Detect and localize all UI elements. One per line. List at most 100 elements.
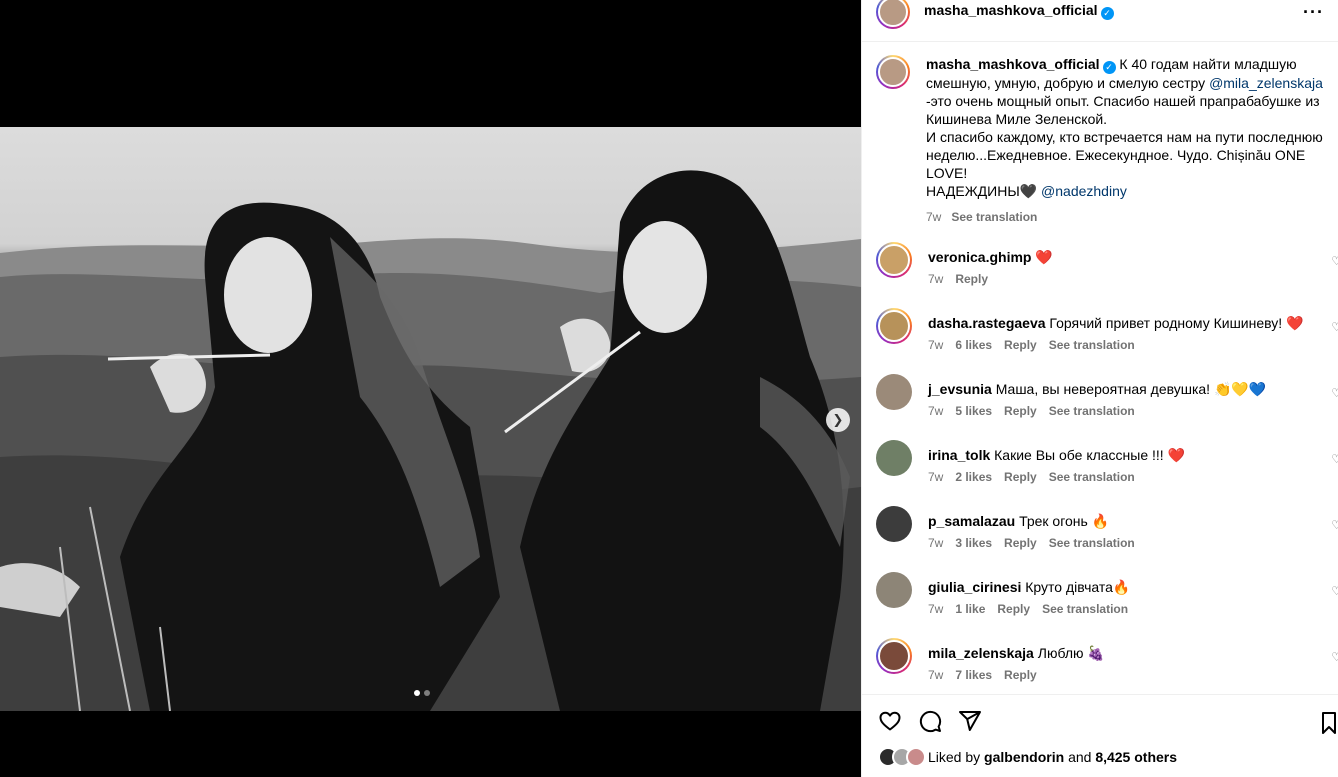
like-heart-icon[interactable] [878,709,902,733]
post-media: ❯ [0,0,861,777]
caption-line: НАДЕЖДИНЫ🖤 [926,182,1038,199]
comment-see-translation-button[interactable]: See translation [1049,338,1135,352]
likes-user-link[interactable]: galbendorin [984,749,1064,765]
comment-row: mila_zelenskaja Люблю 🍇 7w 7 likes Reply ♡ [862,637,1338,695]
commenter-username[interactable]: j_evsunia [928,381,992,397]
comment-time[interactable]: 7w [928,536,943,550]
comment-reply-button[interactable]: Reply [1004,668,1037,682]
post-caption: masha_mashkova_official ✓ К 40 годам найт… [862,43,1338,226]
carousel-dots [414,690,430,696]
commenter-username[interactable]: dasha.rastegaeva [928,315,1046,331]
commenter-username[interactable]: p_samalazau [928,513,1015,529]
comment-like-heart-icon[interactable]: ♡ [1331,518,1338,532]
comment-time[interactable]: 7w [928,470,943,484]
post-side-panel: masha_mashkova_official ✓ ··· masha_mashk… [861,0,1338,777]
comment-like-heart-icon[interactable]: ♡ [1331,650,1338,664]
comment-text: Какие Вы обе классные !!! ❤️ [994,446,1186,463]
comment-reply-button[interactable]: Reply [1004,338,1037,352]
comment-text: Маша, вы невероятная девушка! 👏💛💙 [995,380,1267,397]
comment-time[interactable]: 7w [928,272,943,286]
commenter-avatar[interactable] [876,505,912,542]
commenter-avatar[interactable] [876,373,912,410]
caption-line: неделю...Ежедневное. Ежесекундное. Чудо.… [926,146,1306,163]
comment-reply-button[interactable]: Reply [1004,404,1037,418]
caption-meta: 7w See translation [926,208,1325,226]
comment-time[interactable]: 7w [928,668,943,682]
comment-text: Круто дівчата🔥 [1025,578,1131,595]
comment-see-translation-button[interactable]: See translation [1049,404,1135,418]
liker-avatars[interactable] [878,747,926,767]
chevron-right-icon: ❯ [832,412,844,427]
post-header: masha_mashkova_official ✓ ··· [862,0,1338,42]
comment-bubble-icon[interactable] [918,709,942,733]
comment-see-translation-button[interactable]: See translation [1042,602,1128,616]
bookmark-icon[interactable] [1321,711,1337,735]
post-actions: Liked by galbendorin and 8,425 others [862,694,1338,777]
comment-like-heart-icon[interactable]: ♡ [1331,254,1338,268]
comment-row: dasha.rastegaeva Горячий привет родному … [862,307,1338,374]
commenter-avatar[interactable] [876,439,912,476]
commenter-avatar[interactable] [876,307,912,344]
comment-likes-count[interactable]: 2 likes [955,470,992,484]
comment-like-heart-icon[interactable]: ♡ [1331,584,1338,598]
likes-others-link[interactable]: 8,425 others [1095,749,1177,765]
comment-time[interactable]: 7w [928,404,943,418]
likes-prefix: Liked by [928,749,981,765]
comment-time[interactable]: 7w [928,602,943,616]
comment-meta: 7w 5 likes Reply See translation [928,404,1266,418]
comment-likes-count[interactable]: 6 likes [955,338,992,352]
comment-text: Горячий привет родному Кишиневу! ❤️ [1049,314,1304,331]
post-photo[interactable] [0,127,861,711]
caption-see-translation-button[interactable]: See translation [951,208,1037,226]
caption-time[interactable]: 7w [926,208,941,226]
comment-row: p_samalazau Трек огонь 🔥 7w 3 likes Reply Se… [862,505,1338,572]
caption-line: И спасибо каждому, кто встречается нам н… [926,128,1323,145]
comment-see-translation-button[interactable]: See translation [1049,536,1135,550]
comment-likes-count[interactable]: 3 likes [955,536,992,550]
comment-reply-button[interactable]: Reply [997,602,1030,616]
comment-text: Люблю 🍇 [1037,644,1105,661]
author-avatar[interactable] [876,0,910,29]
verified-badge-icon: ✓ [1102,60,1116,74]
caption-line: Кишинева Миле Зеленской. [926,110,1108,127]
more-dots-icon[interactable]: ··· [1303,2,1324,23]
caption-line: К 40 годам найти младшую [1119,56,1297,72]
likes-summary: Liked by galbendorin and 8,425 others [862,733,1338,767]
caption-mention-link[interactable]: @mila_zelenskaja [1209,75,1323,91]
caption-author-username[interactable]: masha_mashkova_official [926,56,1100,72]
commenter-username[interactable]: giulia_cirinesi [928,579,1021,595]
comment-likes-count[interactable]: 1 like [955,602,985,616]
comment-reply-button[interactable]: Reply [955,272,988,286]
carousel-next-button[interactable]: ❯ [826,408,850,432]
author-username[interactable]: masha_mashkova_official [924,2,1098,18]
comment-reply-button[interactable]: Reply [1004,536,1037,550]
comments-list[interactable]: masha_mashkova_official ✓ К 40 годам найт… [862,43,1338,694]
carousel-dot [424,690,430,696]
caption-line: -это очень мощный опыт. Спасибо нашей пр… [926,92,1320,109]
comment-time[interactable]: 7w [928,338,943,352]
comment-like-heart-icon[interactable]: ♡ [1331,320,1338,334]
commenter-username[interactable]: mila_zelenskaja [928,645,1034,661]
commenter-avatar[interactable] [876,571,912,608]
caption-author-avatar[interactable] [876,55,910,89]
comment-container: veronica.ghimp ❤️ 7w Reply ♡ dasha.rastegaev… [862,241,1338,695]
comment-meta: 7w 1 like Reply See translation [928,602,1130,616]
caption-mention-link[interactable]: @nadezhdiny [1041,183,1127,199]
comment-meta: 7w 2 likes Reply See translation [928,470,1185,484]
comment-likes-count[interactable]: 7 likes [955,668,992,682]
comment-meta: 7w Reply [928,272,1053,286]
share-send-icon[interactable] [958,709,982,733]
likes-and: and [1068,749,1092,765]
comment-row: j_evsunia Маша, вы невероятная девушка! … [862,373,1338,440]
carousel-dot-active [414,690,420,696]
comment-like-heart-icon[interactable]: ♡ [1331,452,1338,466]
comment-see-translation-button[interactable]: See translation [1049,470,1135,484]
comment-like-heart-icon[interactable]: ♡ [1331,386,1338,400]
comment-text: ❤️ [1035,248,1053,265]
commenter-avatar[interactable] [876,637,912,674]
commenter-avatar[interactable] [876,241,912,278]
comment-reply-button[interactable]: Reply [1004,470,1037,484]
commenter-username[interactable]: irina_tolk [928,447,990,463]
commenter-username[interactable]: veronica.ghimp [928,249,1031,265]
comment-likes-count[interactable]: 5 likes [955,404,992,418]
